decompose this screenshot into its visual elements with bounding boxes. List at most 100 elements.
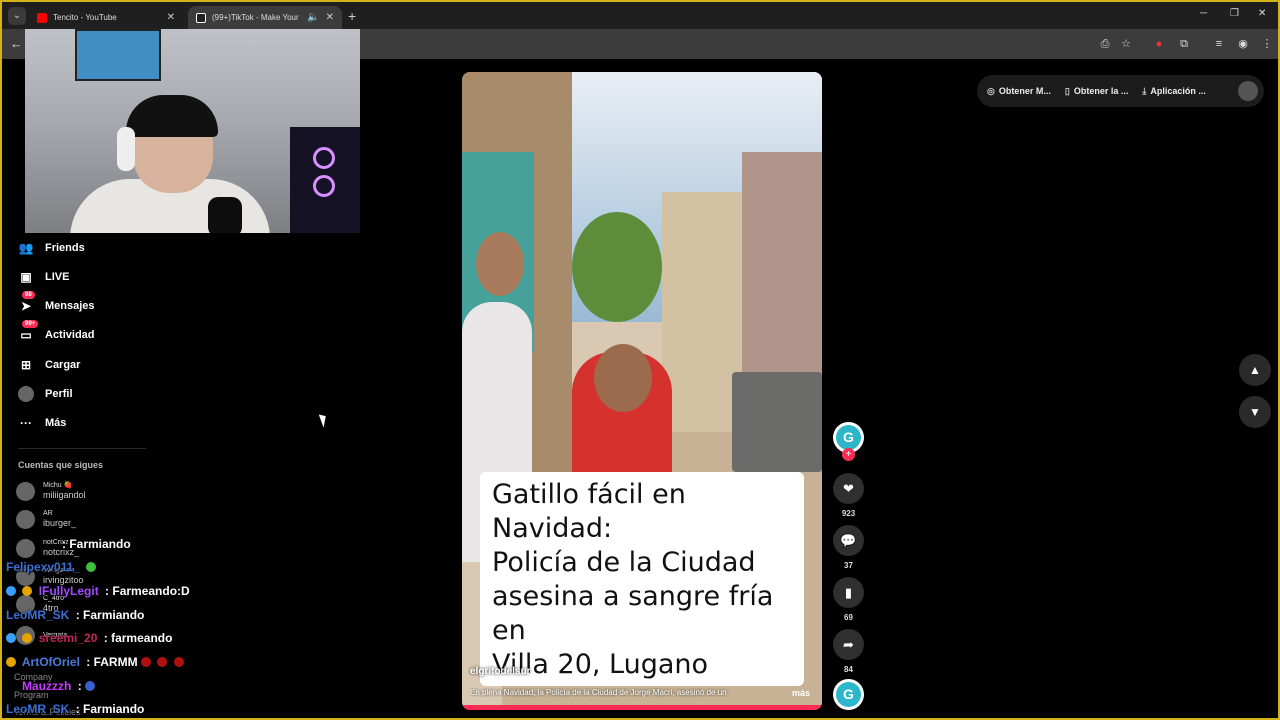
chat-message: Felipexv011_ [6,560,99,574]
video-caption: Gatillo fácil en Navidad: Policía de la … [480,472,804,686]
nav-item-cargar[interactable]: ⊞ Cargar [18,355,81,375]
badge-icon [6,657,16,667]
nav-item-mensajes[interactable]: ➤ 98 Mensajes [18,291,95,316]
chat-message: sreemi_20 : farmeando [6,631,172,645]
friends-icon: 👥 [18,241,34,255]
back-icon[interactable]: ← [10,36,23,51]
follow-plus-icon[interactable]: + [842,448,855,461]
close-icon[interactable]: ✕ [326,12,334,23]
save-count: 69 [844,613,853,622]
minimize-icon[interactable]: ─ [1200,8,1207,19]
tab-strip: ⌄ Tencito - YouTube ✕ (99+)TikTok - Make… [2,2,1278,29]
tab-title: Tencito - YouTube [53,13,117,22]
music-disc-avatar[interactable]: G [833,679,864,710]
webcam-mic [208,197,242,233]
nav-item-label: Actividad [45,329,95,341]
extension-icon[interactable]: ● [1152,37,1166,51]
nav-item-actividad[interactable]: ▭ 99+ Actividad [18,320,95,345]
emote-icon [140,657,151,667]
nav-divider [18,448,146,449]
speaker-icon[interactable]: 🔈 [307,12,319,23]
webcam-cap [126,95,218,137]
emote-icon [173,657,184,667]
nav-item-label: Mensajes [45,300,95,312]
menu-kebab-icon[interactable]: ⋮ [1260,37,1274,51]
video-progress-bar[interactable] [462,705,822,710]
avatar[interactable] [1238,81,1258,101]
following-account[interactable]: AR iburger_ [16,506,76,532]
maximize-icon[interactable]: ❐ [1230,8,1239,19]
save-button[interactable]: ▮ [833,577,864,608]
nav-item-label: Más [45,417,67,429]
media-control-icon[interactable]: ≡ [1212,37,1226,51]
tab-youtube[interactable]: Tencito - YouTube ✕ [29,6,183,29]
get-coins-button[interactable]: ◎ Obtener M... [987,86,1051,97]
like-button[interactable]: ❤ [833,473,864,504]
following-title: Cuentas que sigues [18,460,104,470]
nav-item-mas[interactable]: ··· Más [18,413,66,433]
webcam-monitor [75,29,161,81]
tab-search-icon[interactable]: ⌄ [8,7,26,25]
nav-item-label: LIVE [45,271,70,283]
previous-video-button[interactable]: ▲ [1239,354,1271,386]
new-tab-button[interactable]: + [348,8,356,24]
messages-icon: ➤ 98 [18,291,35,314]
nav-item-friends[interactable]: 👥 Friends [18,238,85,258]
chat-message: LeoMR_SK : Farmiando [6,702,145,716]
next-video-button[interactable]: ▼ [1239,396,1271,428]
nav-item-live[interactable]: ▣ LIVE [18,267,69,287]
share-icon: ➦ [843,636,854,652]
chat-message: ArtOfOriel : FARMM [6,655,187,669]
bookmark-star-icon[interactable]: ☆ [1119,37,1133,51]
desktop-app-button[interactable]: ⤓ Aplicación ... [1142,86,1206,97]
comment-icon: 💬 [840,532,857,548]
install-icon[interactable]: ⎙ [1098,37,1112,51]
badge-icon [22,633,33,643]
video-author[interactable]: elgritodelsur [470,666,531,677]
profile-icon[interactable]: ◉ [1236,37,1250,51]
tab-tiktok[interactable]: (99+)TikTok - Make Your Da 🔈 ✕ [188,6,342,29]
messages-badge: 98 [22,291,35,299]
chat-message: IFullyLegit : Farmeando:D [6,584,190,598]
get-app-button[interactable]: ▯ Obtener la ... [1065,86,1128,97]
window-close-icon[interactable]: ✕ [1258,8,1266,19]
chevron-down-icon: ▼ [1249,405,1261,419]
badge-icon [6,586,16,596]
chat-message: Mauzzzh : [22,679,98,693]
more-icon: ··· [20,416,32,430]
nav-item-label: Cargar [45,359,81,371]
activity-badge: 99+ [22,320,39,328]
nav-item-label: Friends [45,242,85,254]
webcam-overlay [25,29,360,233]
tab-title: (99+)TikTok - Make Your Da [212,13,301,22]
coin-icon: ◎ [987,85,995,96]
share-button[interactable]: ➦ [833,629,864,660]
like-count: 923 [841,509,856,518]
chevron-up-icon: ▲ [1249,363,1261,377]
webcam-headset [117,127,135,171]
screen-frame: ⌄ Tencito - YouTube ✕ (99+)TikTok - Make… [0,0,1280,720]
comment-count: 37 [844,561,853,570]
extensions-puzzle-icon[interactable]: ⧉ [1177,37,1191,51]
more-button[interactable]: más [792,688,810,698]
avatar [16,509,35,529]
top-right-bar: ◎ Obtener M... ▯ Obtener la ... ⤓ Aplicació… [977,75,1264,107]
bookmark-icon: ▮ [844,584,853,600]
heart-icon: ❤ [843,480,854,496]
video-player[interactable]: Gatillo fácil en Navidad: Policía de la … [462,72,822,710]
video-description: En plena Navidad, la Policía de la Ciuda… [470,688,727,697]
following-account[interactable]: Michu 🍓 miliigandol [16,478,86,504]
badge-icon [6,633,16,643]
nav-item-label: Perfil [45,388,73,400]
comment-button[interactable]: 💬 [833,525,864,556]
phone-icon: ▯ [1064,85,1070,96]
share-count: 84 [844,665,853,674]
avatar [16,538,35,558]
nav-item-perfil[interactable]: Perfil [18,384,73,404]
chat-message: : Farmiando [62,537,131,551]
emote-icon [85,681,96,691]
emote-icon [157,657,168,667]
profile-avatar-icon [18,386,34,402]
upload-icon: ⊞ [20,358,32,372]
close-icon[interactable]: ✕ [167,12,175,23]
